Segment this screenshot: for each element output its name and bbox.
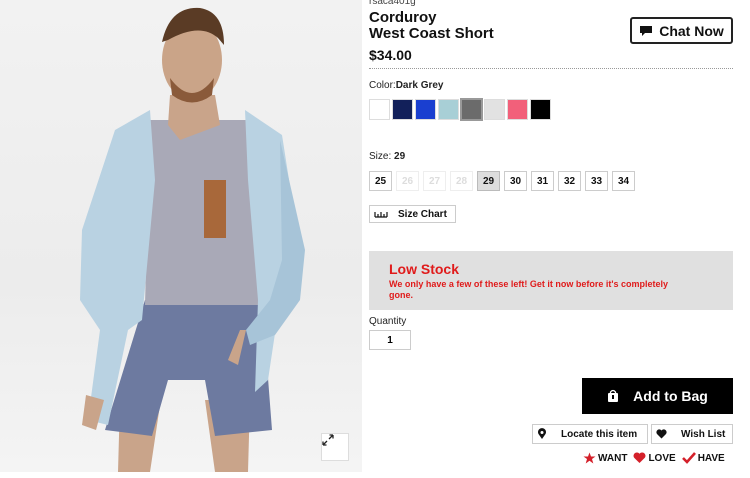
size-option[interactable]: 32 xyxy=(558,171,581,191)
color-swatch[interactable] xyxy=(460,98,483,121)
locate-item-button[interactable]: Locate this item xyxy=(532,424,648,444)
color-swatch[interactable] xyxy=(507,99,528,120)
size-label: Size: 29 xyxy=(369,151,405,162)
star-icon xyxy=(583,452,596,464)
love-button[interactable]: LOVE xyxy=(633,452,676,464)
color-swatch[interactable] xyxy=(392,99,413,120)
want-label: WANT xyxy=(598,452,628,464)
selected-color-name: Dark Grey xyxy=(395,80,444,91)
size-option[interactable]: 29 xyxy=(477,171,500,191)
size-option[interactable]: 31 xyxy=(531,171,554,191)
size-option[interactable]: 28 xyxy=(450,171,473,191)
color-swatch[interactable] xyxy=(530,99,551,120)
product-title-line2: West Coast Short xyxy=(369,25,494,42)
wish-list-button[interactable]: Wish List xyxy=(651,424,733,444)
low-stock-title: Low Stock xyxy=(389,261,460,277)
have-button[interactable]: HAVE xyxy=(681,452,725,464)
social-actions: WANT LOVE HAVE xyxy=(583,452,725,464)
chat-now-label: Chat Now xyxy=(659,22,724,39)
size-option[interactable]: 33 xyxy=(585,171,608,191)
size-chart-button[interactable]: Size Chart xyxy=(369,205,456,223)
chat-bubble-icon xyxy=(640,25,653,36)
expand-icon xyxy=(322,434,334,446)
checkmark-icon xyxy=(681,452,696,464)
add-to-bag-label: Add to Bag xyxy=(633,388,708,404)
quantity-input[interactable] xyxy=(369,330,411,350)
heart-icon xyxy=(633,452,646,463)
low-stock-notice: Low Stock We only have a few of these le… xyxy=(369,251,733,310)
size-option[interactable]: 26 xyxy=(396,171,419,191)
color-swatch[interactable] xyxy=(484,99,505,120)
size-option[interactable]: 30 xyxy=(504,171,527,191)
selected-size: 29 xyxy=(394,151,406,162)
product-info-panel: rsaca401g Corduroy West Coast Short $34.… xyxy=(369,0,737,478)
size-option[interactable]: 34 xyxy=(612,171,635,191)
low-stock-message: We only have a few of these left! Get it… xyxy=(389,279,669,300)
color-swatch[interactable] xyxy=(438,99,459,120)
model-illustration xyxy=(80,7,305,472)
shopping-bag-icon xyxy=(608,389,619,402)
color-swatches xyxy=(369,98,551,121)
divider xyxy=(369,68,733,69)
size-options: 25 26 27 28 29 30 31 32 33 34 xyxy=(369,171,635,191)
color-label: Color:Dark Grey xyxy=(369,80,444,91)
heart-icon xyxy=(656,429,667,439)
size-label-prefix: Size: xyxy=(369,151,392,162)
product-sku: rsaca401g xyxy=(369,0,416,7)
size-option[interactable]: 27 xyxy=(423,171,446,191)
chat-now-button[interactable]: Chat Now xyxy=(630,17,733,44)
color-swatch[interactable] xyxy=(369,99,390,120)
locate-item-label: Locate this item xyxy=(561,428,638,440)
have-label: HAVE xyxy=(697,452,725,464)
size-option[interactable]: 25 xyxy=(369,171,392,191)
product-image[interactable] xyxy=(0,0,362,472)
expand-image-button[interactable] xyxy=(321,433,349,461)
product-price: $34.00 xyxy=(369,47,412,63)
size-chart-label: Size Chart xyxy=(398,208,447,220)
quantity-label: Quantity xyxy=(369,316,407,327)
add-to-bag-button[interactable]: Add to Bag xyxy=(582,378,733,414)
product-title-line1: Corduroy xyxy=(369,9,437,26)
color-swatch[interactable] xyxy=(415,99,436,120)
want-button[interactable]: WANT xyxy=(583,452,627,464)
love-label: LOVE xyxy=(648,452,676,464)
wish-list-label: Wish List xyxy=(681,428,726,440)
map-pin-icon xyxy=(538,428,546,439)
color-label-prefix: Color: xyxy=(369,80,396,91)
product-title: Corduroy West Coast Short xyxy=(369,10,609,42)
ruler-icon xyxy=(374,212,388,218)
